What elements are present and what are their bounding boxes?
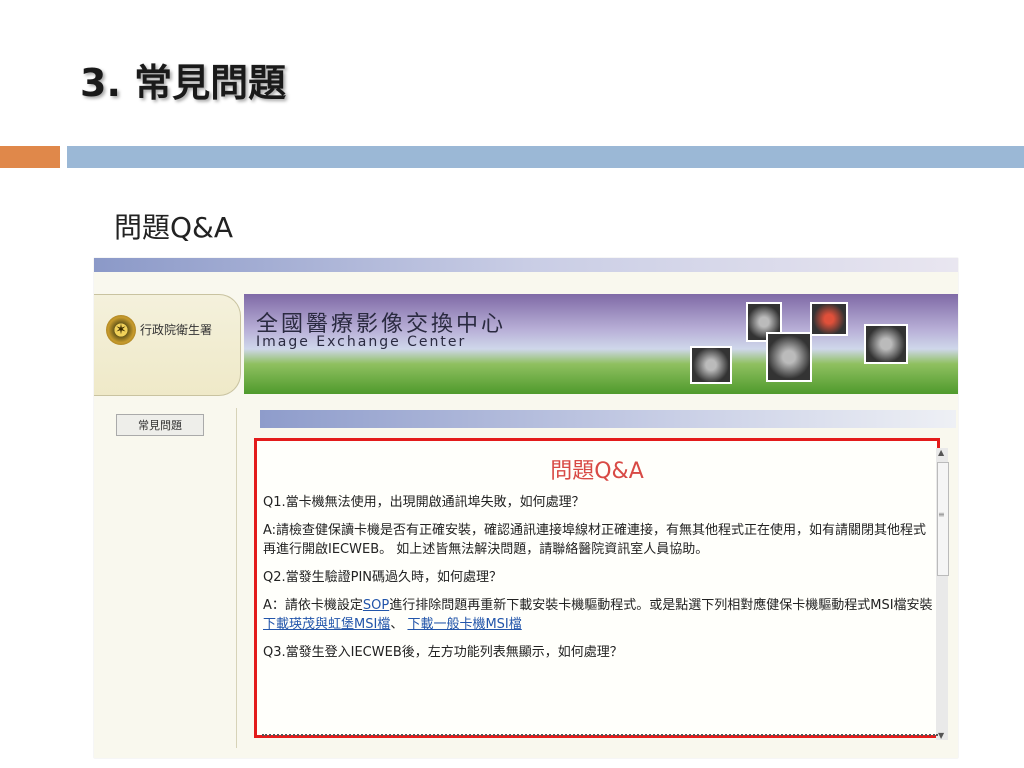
slide-title: 3. 常見問題 [80,61,287,105]
scan-image-icon [864,324,908,364]
scroll-thumb[interactable] [937,462,949,576]
link-separator: 、 [390,617,404,632]
grip-icon: ≡ [938,510,945,519]
sidebar-divider [236,408,237,748]
scan-image-icon [766,332,812,382]
accent-band-blue [67,146,1024,168]
emblem-icon: ✶ [106,315,136,345]
answer-1: A:請檢查健保讀卡機是否有正確安裝，確認通訊連接埠線材正確連接，有無其他程式正在… [263,523,927,557]
agency-name: 行政院衛生署 [140,323,213,337]
sidebar-faq-button[interactable]: 常見問題 [116,414,204,436]
download-link-b[interactable]: 下載一般卡機MSI檔 [407,617,521,632]
sidebar-faq-label: 常見問題 [138,419,182,432]
question-2: Q2.當發生驗證PIN碼過久時，如何處理？ [263,570,503,585]
answer-2-suffix: 進行排除問題再重新下載安裝卡機驅動程式。或是點選下列相對應健保卡機驅動程式MSI… [389,598,933,613]
agency-header[interactable]: ✶ 行政院衛生署 [94,294,241,396]
qa-scrollbar[interactable]: ▲ ≡ ▼ [936,448,949,740]
scan-image-icon [690,346,732,384]
answer-2: A：請依卡機設定SOP進行排除問題再重新下載安裝卡機驅動程式。或是點選下列相對應… [263,596,937,634]
question-3: Q3.當發生登入IECWEB後，左方功能列表無顯示，如何處理？ [263,645,623,660]
qa-heading: 問題Q&A [550,459,644,484]
scroll-up-icon[interactable]: ▲ [938,448,944,457]
sop-link[interactable]: SOP [363,598,389,613]
slide-subtitle: 問題Q&A [114,211,234,244]
scroll-down-icon[interactable]: ▼ [938,731,944,740]
content-header-bar [260,410,956,428]
top-strip [94,258,958,272]
banner-title-en: Image Exchange Center [256,334,467,350]
site-banner: 全國醫療影像交換中心 Image Exchange Center [244,294,958,394]
scan-image-icon [810,302,848,336]
cropped-text-line [262,734,938,740]
question-1: Q1.當卡機無法使用，出現開啟通訊埠失敗，如何處理？ [263,495,585,510]
qa-panel: 問題Q&A Q1.當卡機無法使用，出現開啟通訊埠失敗，如何處理？ A:請檢查健保… [254,438,940,738]
download-link-a[interactable]: 下載瑛茂與虹堡MSI檔 [263,617,390,632]
accent-band-orange [0,146,60,168]
answer-2-prefix: A：請依卡機設定 [263,598,363,613]
